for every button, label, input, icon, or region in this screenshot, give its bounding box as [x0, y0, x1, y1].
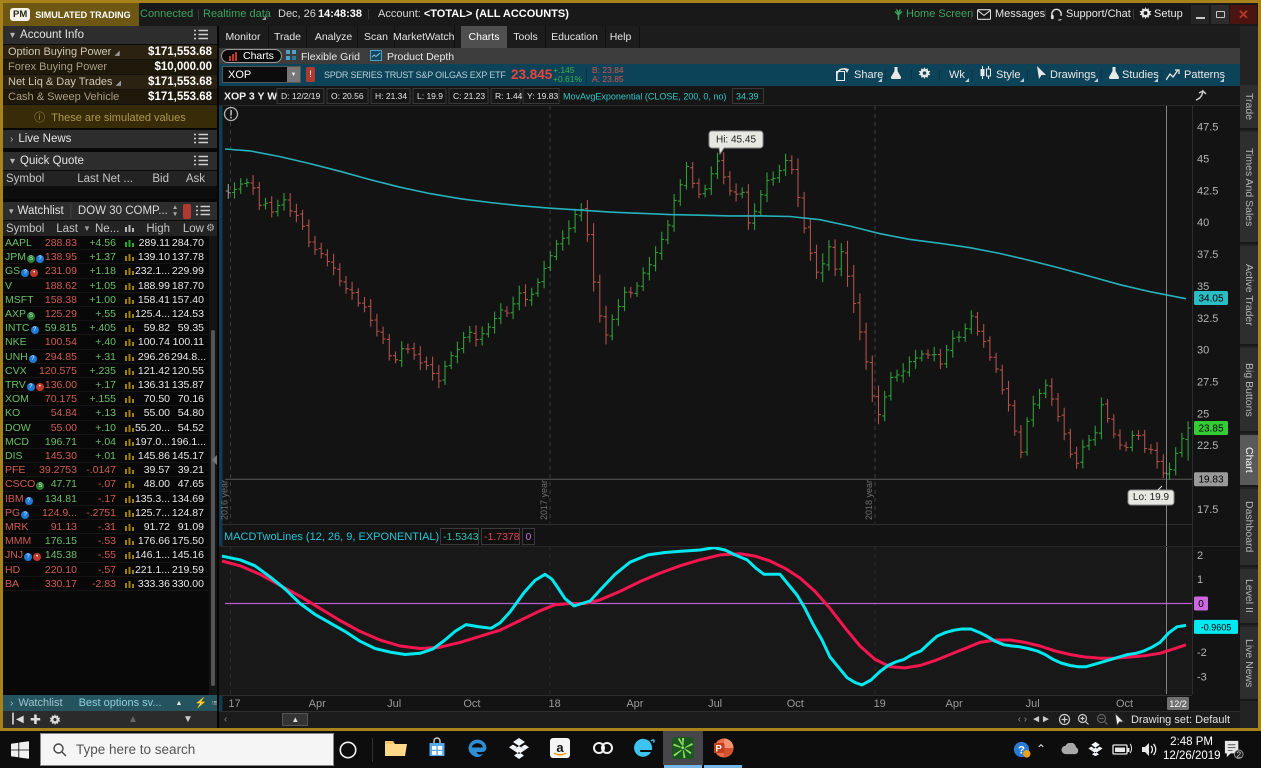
svg-text:-0.9605: -0.9605 — [1201, 622, 1232, 632]
svg-text:0: 0 — [526, 531, 532, 543]
svg-text:2: 2 — [1236, 750, 1241, 760]
svg-text:19: 19 — [874, 698, 886, 710]
svg-text:0: 0 — [1198, 599, 1204, 610]
svg-text:C: 21.23: C: 21.23 — [453, 91, 485, 101]
svg-text:17: 17 — [228, 698, 240, 710]
svg-text:Apr: Apr — [309, 698, 326, 710]
svg-text:XOP 3 Y W: XOP 3 Y W — [224, 91, 277, 103]
svg-text:22.5: 22.5 — [1197, 440, 1218, 452]
svg-text:-3: -3 — [1197, 671, 1207, 683]
svg-text:-1.5343: -1.5343 — [443, 531, 479, 543]
svg-text:42.5: 42.5 — [1197, 185, 1218, 197]
svg-text:Oct: Oct — [787, 698, 804, 710]
svg-text:27.5: 27.5 — [1197, 377, 1218, 389]
svg-text:34.39: 34.39 — [736, 92, 759, 102]
svg-text:23.85: 23.85 — [1198, 424, 1223, 435]
svg-text:MovAvgExponential (CLOSE, 200,: MovAvgExponential (CLOSE, 200, 0, no) — [563, 92, 726, 102]
svg-text:18: 18 — [548, 698, 560, 710]
svg-text:30: 30 — [1197, 345, 1209, 357]
svg-text:Lo: 19.9: Lo: 19.9 — [1133, 492, 1170, 503]
svg-text:D: 12/2/19: D: 12/2/19 — [281, 91, 320, 101]
svg-text:L: 19.9: L: 19.9 — [417, 91, 443, 101]
svg-text:25: 25 — [1197, 408, 1209, 420]
svg-text:MACDTwoLines (12, 26, 9, EXPON: MACDTwoLines (12, 26, 9, EXPONENTIAL) — [224, 531, 439, 543]
svg-text:47.5: 47.5 — [1197, 122, 1218, 134]
svg-text:Oct: Oct — [1116, 698, 1133, 710]
svg-text:32.5: 32.5 — [1197, 313, 1218, 325]
svg-text:Jul: Jul — [708, 698, 722, 710]
svg-text:H: 21.34: H: 21.34 — [375, 91, 407, 101]
svg-text:2: 2 — [1197, 550, 1203, 562]
svg-text:Y: 19.83: Y: 19.83 — [527, 91, 558, 101]
svg-text:Apr: Apr — [946, 698, 963, 710]
svg-text:R: 1.44: R: 1.44 — [495, 91, 523, 101]
svg-text:45: 45 — [1197, 154, 1209, 166]
svg-text:2017 year: 2017 year — [539, 480, 549, 520]
svg-text:-1.7378: -1.7378 — [484, 531, 520, 543]
svg-text:Jul: Jul — [1026, 698, 1040, 710]
svg-text:1: 1 — [1197, 574, 1203, 586]
svg-text:17.5: 17.5 — [1197, 504, 1218, 516]
svg-text:2016 year: 2016 year — [220, 480, 230, 520]
svg-text:12/2: 12/2 — [1169, 699, 1187, 709]
svg-text:37.5: 37.5 — [1197, 249, 1218, 261]
svg-text:19.83: 19.83 — [1198, 475, 1223, 486]
svg-text:Hi: 45.45: Hi: 45.45 — [716, 135, 756, 146]
svg-text:34.05: 34.05 — [1198, 294, 1223, 305]
svg-text:Apr: Apr — [626, 698, 643, 710]
svg-text:Oct: Oct — [463, 698, 480, 710]
svg-text:2018 year: 2018 year — [864, 480, 874, 520]
svg-text:Jul: Jul — [387, 698, 401, 710]
svg-text:O: 20.56: O: 20.56 — [331, 91, 364, 101]
svg-text:-2: -2 — [1197, 647, 1207, 659]
svg-text:40: 40 — [1197, 217, 1209, 229]
